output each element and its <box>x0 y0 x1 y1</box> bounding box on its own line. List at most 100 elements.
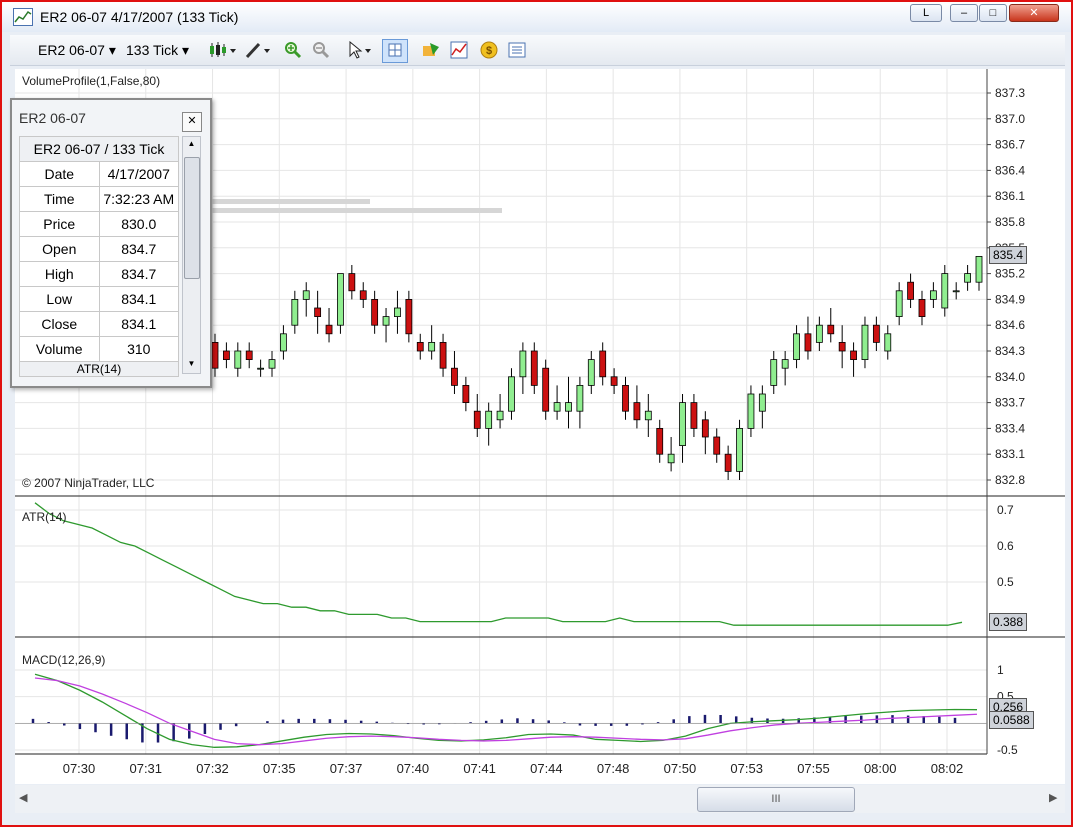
title-bar[interactable]: ER2 06-07 4/17/2007 (133 Tick) L – □ ✕ <box>2 2 1071 32</box>
candle-body <box>314 307 322 317</box>
time-tick-label: 07:40 <box>397 761 430 776</box>
candle-body <box>838 341 846 352</box>
row-label: Price <box>19 211 100 237</box>
candle-body <box>394 307 401 317</box>
scroll-right-arrow-icon[interactable]: ▶ <box>1049 791 1057 804</box>
candle-body <box>964 273 971 283</box>
candle-body <box>485 410 493 429</box>
atr-tick-label: 0.6 <box>997 539 1014 553</box>
properties-icon[interactable] <box>508 41 526 59</box>
candle-body <box>223 350 230 360</box>
candle-body <box>382 316 390 326</box>
instrument-label: ER2 06-07 <box>38 42 105 58</box>
macd-tick-label: -0.5 <box>997 743 1018 757</box>
candle-body <box>302 290 310 300</box>
atr-tick-label: 0.5 <box>997 575 1014 589</box>
chart-app-icon <box>13 8 33 26</box>
macd-signal-tag: 0.0588 <box>989 711 1034 729</box>
price-tick-label: 834.3 <box>995 344 1025 358</box>
candle-body <box>337 273 344 326</box>
data-box-title: ER2 06-07 <box>19 110 86 126</box>
scroll-down-arrow-icon[interactable]: ▼ <box>184 359 199 368</box>
candle-body <box>416 341 424 352</box>
price-tick-label: 832.8 <box>995 473 1025 487</box>
money-icon[interactable]: $ <box>480 41 498 59</box>
candle-body <box>587 359 595 386</box>
candle-body <box>633 402 641 421</box>
time-tick-label: 07:35 <box>263 761 296 776</box>
macd-tick-label: 1 <box>997 663 1004 677</box>
interval-selector[interactable]: 133 Tick ▾ <box>126 42 189 59</box>
instrument-selector[interactable]: ER2 06-07 ▾ <box>38 42 116 59</box>
zoom-out-icon[interactable] <box>312 41 330 59</box>
data-box-header: ER2 06-07 / 133 Tick <box>19 136 179 162</box>
candle-body <box>815 324 823 343</box>
data-box-scroll-thumb[interactable] <box>184 157 200 279</box>
candle-body <box>872 324 880 343</box>
row-label: Close <box>19 311 100 337</box>
candle-body <box>713 436 721 455</box>
candle-body <box>519 350 527 378</box>
price-tick-label: 836.4 <box>995 163 1025 177</box>
scroll-left-arrow-icon[interactable]: ◀ <box>19 791 27 804</box>
row-value: 834.1 <box>98 311 179 337</box>
last-price-tag: 835.4 <box>989 246 1028 264</box>
data-box-scrollbar[interactable]: ▲ ▼ <box>182 136 201 374</box>
time-tick-label: 07:55 <box>797 761 830 776</box>
candle-body <box>439 341 447 369</box>
svg-text:$: $ <box>486 45 492 57</box>
candle-body <box>736 427 743 472</box>
cursor-icon[interactable] <box>348 40 376 59</box>
candle-body <box>929 290 937 300</box>
indicators-icon[interactable] <box>450 41 468 59</box>
close-button[interactable]: ✕ <box>1009 4 1059 22</box>
data-box-window[interactable]: ER2 06-07 ✕ ER2 06-07 / 133 Tick Date 4/1… <box>10 98 212 388</box>
zoom-in-icon[interactable] <box>284 41 302 59</box>
candle-body <box>576 384 584 412</box>
chart-window: ER2 06-07 4/17/2007 (133 Tick) L – □ ✕ E… <box>0 0 1073 827</box>
candle-body <box>371 298 379 326</box>
chevron-down-icon: ▾ <box>108 42 116 58</box>
candle-body <box>827 324 835 335</box>
horizontal-scrollbar[interactable]: ◀ III ▶ <box>15 785 1065 813</box>
row-value: 7:32:23 AM <box>98 186 179 212</box>
row-value: 834.7 <box>98 261 179 287</box>
candle-body <box>508 376 515 412</box>
price-tick-label: 836.1 <box>995 189 1025 203</box>
row-label: Time <box>19 186 100 212</box>
candle-body <box>656 427 664 455</box>
candle-body <box>530 350 538 386</box>
candle-body <box>679 402 686 447</box>
candle-body <box>211 341 219 369</box>
time-tick-label: 07:48 <box>597 761 630 776</box>
candle-body <box>941 273 949 309</box>
minimize-button[interactable]: – <box>950 4 978 22</box>
candle-body <box>690 402 698 429</box>
time-tick-label: 07:32 <box>196 761 229 776</box>
candle-body <box>793 333 800 360</box>
link-button[interactable]: L <box>910 4 942 22</box>
time-tick-label: 07:30 <box>63 761 96 776</box>
candle-body <box>405 298 413 335</box>
candle-body <box>234 350 242 369</box>
crosshair-icon[interactable] <box>382 39 408 63</box>
time-tick-label: 07:31 <box>129 761 162 776</box>
atr-line <box>34 502 963 626</box>
candle-body <box>918 298 926 317</box>
data-box-close-button[interactable]: ✕ <box>182 112 202 132</box>
strategies-icon[interactable] <box>422 41 440 59</box>
chevron-down-icon: ▾ <box>182 42 190 58</box>
volume-profile-label: VolumeProfile(1,False,80) <box>22 74 161 88</box>
candle-body <box>758 393 766 412</box>
row-value: 830.0 <box>98 211 179 237</box>
drawing-tool-icon[interactable] <box>244 41 274 59</box>
candle-body <box>884 333 892 352</box>
scroll-thumb[interactable]: III <box>697 787 855 812</box>
candle-body <box>553 402 561 412</box>
price-tick-label: 833.1 <box>995 447 1025 461</box>
bar-type-icon[interactable] <box>208 41 238 59</box>
candle-body <box>291 298 299 326</box>
candle-body <box>861 324 869 361</box>
maximize-button[interactable]: □ <box>979 4 1007 22</box>
scroll-up-arrow-icon[interactable]: ▲ <box>184 139 199 148</box>
